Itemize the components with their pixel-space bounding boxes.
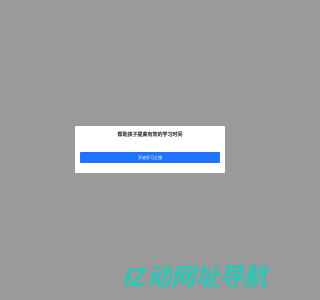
watermark-brand-mark: IZ [124,262,146,292]
modal-title: 帮助孩子提高有效的学习时间 [117,132,183,138]
watermark-text: 动网址导航 [147,263,268,291]
watermark-logo: IZ 动网址导航 [124,262,300,292]
modal-dialog: 帮助孩子提高有效的学习时间 开始学习之旅 [75,126,225,173]
start-learning-button[interactable]: 开始学习之旅 [80,152,220,163]
